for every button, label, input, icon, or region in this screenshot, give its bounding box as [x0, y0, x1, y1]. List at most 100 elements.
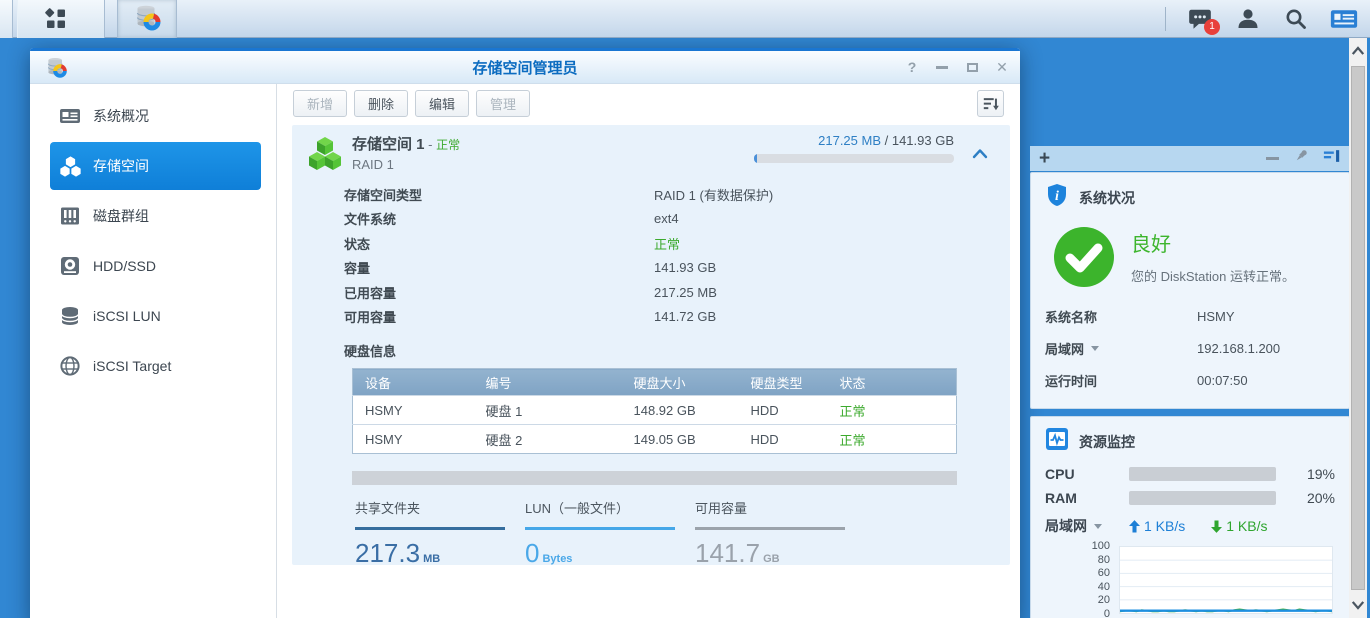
sort-descending-icon: [982, 95, 1000, 113]
detail-row: 容量141.93 GB: [344, 256, 1010, 281]
volume-raid-type: RAID 1: [352, 157, 460, 172]
storage-manager-taskbar-button[interactable]: [117, 0, 177, 38]
sidebar-item-overview[interactable]: 系统概况: [50, 92, 261, 140]
scrollbar-thumb[interactable]: [1351, 66, 1365, 590]
pin-button[interactable]: [1292, 147, 1310, 170]
volume-usage-bar: [754, 154, 954, 163]
desktop: 1: [0, 0, 1370, 618]
lan-row: 局域网 1 KB/s 1 KB/s: [1031, 512, 1349, 540]
chart-y-axis: 100 80 60 40 20 0: [1045, 540, 1119, 618]
system-health-icon: i: [1045, 183, 1069, 212]
download-arrow-icon: [1211, 520, 1222, 533]
usage-stats: 共享文件夹 217.3MB LUN（一般文件） 0Bytes 可用容量: [355, 498, 1010, 565]
disk-group-icon: [58, 204, 82, 228]
stat-underline: [355, 527, 505, 530]
detail-row: 存储空间类型RAID 1 (有数据保护): [344, 182, 1010, 207]
panel-layout-icon: [1323, 147, 1341, 165]
collapse-button[interactable]: [968, 141, 992, 165]
sidebar-item-volume[interactable]: 存储空间: [50, 142, 261, 190]
ram-meter: [1129, 491, 1276, 505]
scroll-down-button[interactable]: [1349, 592, 1367, 618]
volume-green-cubes-icon: [307, 135, 343, 171]
upload-arrow-icon: [1129, 520, 1140, 533]
sidebar: 系统概况 存储空间: [30, 84, 277, 618]
uptime-value: 00:07:50: [1197, 373, 1248, 388]
detail-row: 文件系统ext4: [344, 207, 1010, 232]
detail-row: 已用容量217.25 MB: [344, 280, 1010, 305]
info-row: 系统名称 HSMY: [1031, 300, 1349, 332]
stat-underline: [525, 527, 675, 530]
minimize-button[interactable]: [934, 59, 950, 75]
user-icon: [1236, 7, 1260, 31]
table-row[interactable]: HSMY 硬盘 1 148.92 GB HDD 正常: [353, 396, 957, 425]
ram-percent: 20%: [1307, 490, 1335, 506]
search-icon: [1284, 7, 1308, 31]
delete-button[interactable]: 删除: [354, 90, 408, 117]
widget-pilot-button[interactable]: [1330, 5, 1358, 33]
table-row[interactable]: HSMY 硬盘 2 149.05 GB HDD 正常: [353, 425, 957, 454]
widgets-icon: [1330, 7, 1358, 31]
sidebar-item-disk-group[interactable]: 磁盘群组: [50, 192, 261, 240]
maximize-button[interactable]: [964, 59, 980, 75]
chevron-up-icon: [1351, 46, 1365, 56]
iscsi-lun-icon: [58, 304, 82, 328]
edit-button[interactable]: 编辑: [415, 90, 469, 117]
dropdown-caret-icon[interactable]: [1091, 346, 1099, 351]
stat-lun: LUN（一般文件） 0Bytes: [525, 498, 675, 565]
taskbar: 1: [0, 0, 1370, 38]
lan-chart: 100 80 60 40 20 0: [1031, 540, 1349, 618]
window-title: 存储空间管理员: [30, 57, 1020, 78]
hdd-icon: [58, 254, 82, 278]
cpu-percent: 19%: [1307, 466, 1335, 482]
dropdown-caret-icon[interactable]: [1094, 524, 1102, 529]
chart-plot-area: [1119, 546, 1333, 614]
lan-upload-speed: 1 KB/s: [1144, 518, 1185, 534]
main-menu-button[interactable]: [17, 0, 105, 38]
health-check-icon: [1053, 226, 1115, 288]
capacity-bar: [352, 471, 957, 485]
pin-icon: [1292, 147, 1310, 165]
show-desktop-button[interactable]: [0, 0, 13, 38]
widget-panel: +: [1030, 146, 1350, 618]
sidebar-item-iscsi-lun[interactable]: iSCSI LUN: [50, 292, 261, 340]
cpu-meter: [1129, 467, 1276, 481]
storage-manager-icon: [132, 2, 162, 37]
user-menu-button[interactable]: [1234, 5, 1262, 33]
notifications-button[interactable]: 1: [1186, 5, 1214, 33]
window-titlebar[interactable]: 存储空间管理员 ? ✕: [30, 51, 1020, 84]
sidebar-item-iscsi-target[interactable]: iSCSI Target: [50, 342, 261, 390]
help-button[interactable]: ?: [904, 59, 920, 75]
volume-panel: 存储空间 1 - 正常 RAID 1 217.25 MB / 141.93 GB…: [292, 125, 1010, 565]
close-button[interactable]: ✕: [994, 59, 1010, 75]
create-button[interactable]: 新增: [293, 90, 347, 117]
stat-underline: [695, 527, 845, 530]
sidebar-item-hdd-ssd[interactable]: HDD/SSD: [50, 242, 261, 290]
volume-header: 存储空间 1 - 正常 RAID 1 217.25 MB / 141.93 GB: [292, 125, 1010, 172]
volume-status: 正常: [436, 138, 460, 152]
toolbar: 新增 删除 编辑 管理: [277, 84, 1020, 122]
disk-table-header: 设备 编号 硬盘大小 硬盘类型 状态: [353, 369, 957, 396]
minimize-icon: [936, 66, 948, 69]
health-status: 良好: [1131, 228, 1295, 257]
lan-ip-value: 192.168.1.200: [1197, 341, 1280, 356]
panel-layout-button[interactable]: [1323, 147, 1341, 170]
iscsi-target-globe-icon: [58, 354, 82, 378]
desktop-scrollbar[interactable]: [1349, 38, 1367, 618]
search-button[interactable]: [1282, 5, 1310, 33]
volume-cubes-icon: [58, 154, 82, 178]
volume-name-line: 存储空间 1 - 正常: [352, 133, 460, 154]
sidebar-item-label: 系统概况: [93, 106, 149, 126]
sidebar-item-label: iSCSI LUN: [93, 308, 161, 324]
stat-available: 可用容量 141.7GB: [695, 498, 845, 565]
scroll-up-button[interactable]: [1349, 38, 1367, 64]
sort-button[interactable]: [977, 90, 1004, 117]
info-row: 运行时间 00:07:50: [1031, 364, 1349, 396]
widget-panel-header: +: [1030, 146, 1350, 171]
minimize-widgets-button[interactable]: [1266, 157, 1279, 160]
volume-usage: 217.25 MB / 141.93 GB: [754, 133, 954, 172]
manage-button[interactable]: 管理: [476, 90, 530, 117]
storage-manager-window: 存储空间管理员 ? ✕: [30, 48, 1020, 618]
sidebar-item-label: 存储空间: [93, 156, 149, 176]
main-menu-grid-icon: [44, 7, 68, 31]
add-widget-button[interactable]: +: [1039, 148, 1050, 170]
